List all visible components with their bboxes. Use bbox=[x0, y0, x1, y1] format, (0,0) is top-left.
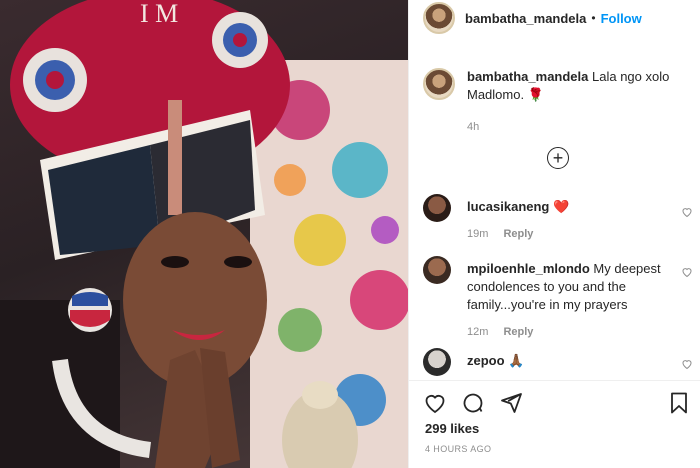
comment-item: zepoo 🙏🏾 bbox=[423, 348, 693, 376]
comment-like-icon[interactable] bbox=[681, 266, 693, 278]
author-username[interactable]: bambatha_mandela bbox=[465, 11, 586, 26]
commenter-avatar[interactable] bbox=[423, 194, 451, 222]
likes-count[interactable]: 299 likes bbox=[425, 421, 479, 436]
separator-dot: • bbox=[591, 11, 596, 25]
post-actions: 299 likes 4 HOURS AGO bbox=[409, 380, 700, 468]
comment-username[interactable]: mpiloenhle_mlondo bbox=[467, 261, 590, 276]
caption-time: 4h bbox=[467, 121, 480, 133]
comment-time: 12m bbox=[467, 326, 489, 338]
commenter-avatar[interactable] bbox=[423, 256, 451, 284]
plus-circle-icon: + bbox=[552, 148, 564, 168]
bookmark-icon[interactable] bbox=[667, 391, 691, 415]
load-more-comments-button[interactable]: + bbox=[547, 147, 569, 169]
caption-avatar[interactable] bbox=[423, 68, 455, 100]
post-caption: bambatha_mandela Lala ngo xolo Madlomo. … bbox=[423, 68, 693, 136]
comment-text: 🙏🏾 bbox=[508, 353, 525, 368]
comment-like-icon[interactable] bbox=[681, 206, 693, 218]
follow-button[interactable]: Follow bbox=[601, 11, 642, 26]
comment-text: ❤️ bbox=[553, 199, 570, 214]
comment-like-icon[interactable] bbox=[681, 358, 693, 370]
post-header: bambatha_mandela • Follow bbox=[409, 0, 700, 36]
comment-item: lucasikaneng ❤️ 19m Reply bbox=[423, 194, 693, 243]
post-side-panel: bambatha_mandela • Follow bambatha_mande… bbox=[408, 0, 700, 468]
comment-username[interactable]: zepoo bbox=[467, 353, 505, 368]
commenter-avatar[interactable] bbox=[423, 348, 451, 376]
reply-button[interactable]: Reply bbox=[503, 326, 533, 338]
photo-illustration: I M bbox=[0, 0, 408, 468]
comment-item: mpiloenhle_mlondo My deepest condolences… bbox=[423, 256, 693, 341]
caption-username[interactable]: bambatha_mandela bbox=[467, 69, 588, 84]
post-timestamp: 4 HOURS AGO bbox=[425, 444, 492, 454]
author-avatar[interactable] bbox=[423, 2, 455, 34]
post-photo[interactable]: I M bbox=[0, 0, 408, 468]
heart-icon[interactable] bbox=[423, 391, 447, 415]
comment-icon[interactable] bbox=[461, 391, 485, 415]
comment-time: 19m bbox=[467, 228, 489, 240]
hat-letters: I M bbox=[140, 0, 178, 28]
reply-button[interactable]: Reply bbox=[503, 228, 533, 240]
comment-username[interactable]: lucasikaneng bbox=[467, 199, 549, 214]
share-icon[interactable] bbox=[499, 391, 523, 415]
